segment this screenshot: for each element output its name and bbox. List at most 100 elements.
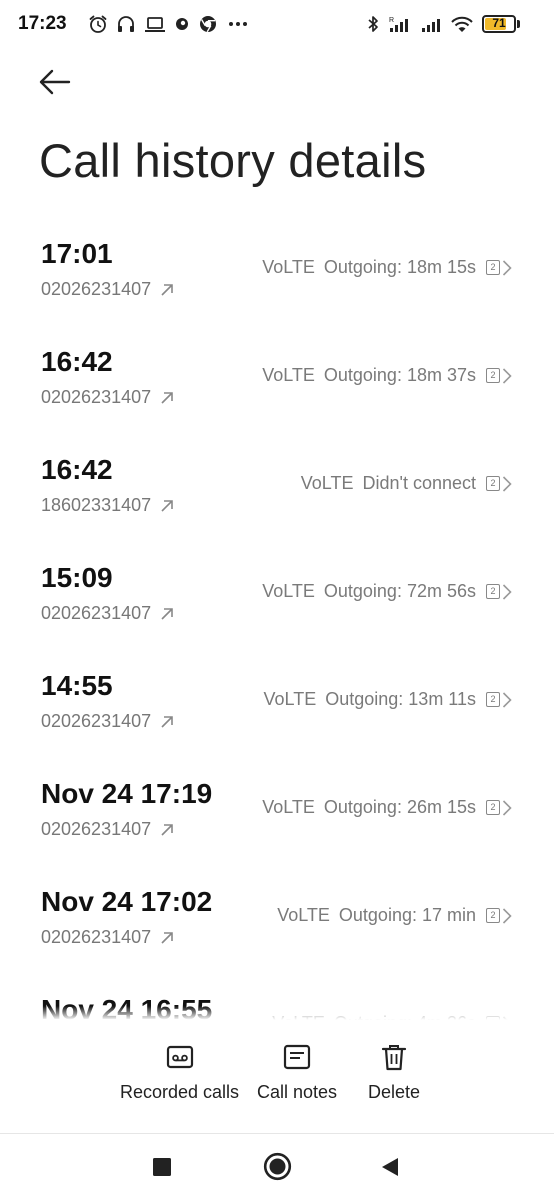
delete-label: Delete (367, 1082, 421, 1102)
call-network: VoLTE (262, 257, 315, 277)
battery-cap (517, 20, 520, 28)
chevron-right-icon (502, 691, 512, 708)
wifi-icon (451, 16, 473, 32)
call-number-line: 18602331407 (41, 495, 175, 516)
call-notes-button[interactable]: Call notes (252, 1042, 342, 1103)
call-number-line: 02026231407 (41, 927, 175, 948)
recents-button[interactable] (152, 1157, 172, 1182)
call-status: Outgoing: 17 min (338, 905, 476, 925)
call-detail: VoLTE Didn't connect 2 (301, 473, 512, 494)
call-detail: VoLTE Outgoing: 18m 15s 2 (262, 257, 512, 278)
call-detail: VoLTE Outgoing: 72m 56s 2 (262, 581, 512, 602)
call-log-row[interactable]: Nov 24 17:02 02026231407 VoLTE Outgoing: 17… (0, 876, 554, 984)
page-title: Call history details (39, 134, 427, 187)
outgoing-arrow-icon (161, 931, 173, 944)
call-time: Nov 24 17:02 (41, 886, 213, 917)
trash-icon (381, 1045, 407, 1071)
phone-number: 02026231407 (41, 927, 152, 947)
nav-back-button[interactable] (380, 1156, 400, 1183)
phone-number: 02026231407 (41, 279, 152, 299)
phone-number: 18602331407 (41, 495, 152, 515)
bottom-action-bar: Recorded calls Call notes Delete (0, 1030, 554, 1130)
home-button[interactable] (263, 1152, 292, 1186)
chevron-right-icon (502, 475, 512, 492)
outgoing-arrow-icon (161, 499, 173, 512)
call-status: Didn't connect (362, 473, 476, 493)
cassette-icon (166, 1045, 193, 1069)
call-status: Outgoing: 18m 37s (323, 365, 476, 385)
call-time: Nov 24 17:19 (41, 778, 213, 809)
laptop-icon (145, 17, 165, 32)
notes-icon (283, 1044, 311, 1070)
chevron-right-icon (502, 367, 512, 384)
call-log-row[interactable]: 15:09 02026231407 VoLTE Outgoing: 72m 56s 2 (0, 552, 554, 660)
call-log-row[interactable]: Nov 24 17:19 02026231407 VoLTE Outgoing: 26… (0, 768, 554, 876)
call-detail: VoLTE Outgoing: 17 min 2 (277, 905, 512, 926)
call-network: VoLTE (263, 689, 317, 709)
call-number-line: 02026231407 (41, 603, 175, 624)
call-number-line: 02026231407 (41, 819, 175, 840)
call-time: 16:42 (41, 454, 113, 485)
outgoing-arrow-icon (161, 391, 173, 404)
call-time: 17:01 (41, 238, 113, 269)
status-time: 17:23 (18, 13, 67, 34)
call-status: Outgoing: 72m 56s (323, 581, 476, 601)
recents-square-icon (153, 1158, 171, 1176)
call-network: VoLTE (262, 365, 315, 385)
call-time: 16:42 (41, 346, 113, 377)
bluetooth-icon (368, 16, 378, 32)
svg-text:R: R (389, 17, 394, 24)
call-time: 15:09 (41, 562, 113, 593)
list-fade-overlay (0, 1006, 554, 1020)
sim-badge: 2 (486, 368, 500, 383)
sim-badge: 2 (486, 908, 500, 923)
call-status: Outgoing: 26m 15s (323, 797, 476, 817)
battery-level: 71 (492, 16, 506, 30)
phone-number: 02026231407 (41, 387, 152, 407)
call-network: VoLTE (300, 473, 354, 493)
home-circle-icon (263, 1152, 292, 1181)
call-network: VoLTE (262, 581, 315, 601)
status-bar: 17:23 R 71 (0, 0, 554, 50)
call-number-line: 02026231407 (41, 387, 175, 408)
sim-badge: 2 (486, 800, 500, 815)
back-button[interactable] (36, 64, 76, 100)
more-dots-icon (229, 22, 247, 26)
call-network: VoLTE (277, 905, 330, 925)
call-status: Outgoing: 13m 11s (325, 689, 476, 709)
call-number-line: 02026231407 (41, 279, 175, 300)
call-history-list[interactable]: 17:01 02026231407 VoLTE Outgoing: 18m 15s 2 1… (0, 228, 554, 1020)
call-status: Outgoing: 18m 15s (323, 257, 476, 277)
phone-number: 02026231407 (41, 603, 152, 623)
call-log-row[interactable]: 16:42 18602331407 VoLTE Didn't connect 2 (0, 444, 554, 552)
call-detail: VoLTE Outgoing: 13m 11s 2 (264, 689, 512, 710)
outgoing-arrow-icon (161, 823, 173, 836)
sim-badge: 2 (486, 584, 500, 599)
call-detail: VoLTE Outgoing: 18m 37s 2 (262, 365, 512, 386)
outgoing-arrow-icon (161, 607, 173, 620)
chevron-right-icon (502, 799, 512, 816)
app-icon (176, 18, 188, 30)
call-log-row[interactable]: 16:42 02026231407 VoLTE Outgoing: 18m 37s 2 (0, 336, 554, 444)
call-history-screen: 17:23 R 71 Call history details 17:01 02… (0, 0, 554, 1200)
status-right-icons: R 71 (366, 14, 520, 34)
call-log-row[interactable]: 14:55 02026231407 VoLTE Outgoing: 13m 11s 2 (0, 660, 554, 768)
call-log-row[interactable]: 17:01 02026231407 VoLTE Outgoing: 18m 15s 2 (0, 228, 554, 336)
recorded-calls-button[interactable]: Recorded calls (116, 1042, 243, 1103)
chevron-right-icon (502, 907, 512, 924)
call-notes-label: Call notes (256, 1082, 338, 1102)
sim-badge: 2 (486, 476, 500, 491)
call-detail: VoLTE Outgoing: 26m 15s 2 (262, 797, 512, 818)
phone-number: 02026231407 (41, 819, 152, 839)
back-arrow-icon (39, 69, 71, 95)
call-number-line: 02026231407 (41, 711, 175, 732)
status-left-icons (88, 14, 250, 34)
sim-badge: 2 (486, 692, 500, 707)
sim-badge: 2 (486, 260, 500, 275)
signal-icon: R (389, 17, 408, 32)
chevron-right-icon (502, 583, 512, 600)
delete-button[interactable]: Delete (362, 1042, 426, 1103)
outgoing-arrow-icon (161, 283, 173, 296)
chrome-icon (200, 16, 216, 33)
battery-icon: 71 (482, 15, 516, 33)
